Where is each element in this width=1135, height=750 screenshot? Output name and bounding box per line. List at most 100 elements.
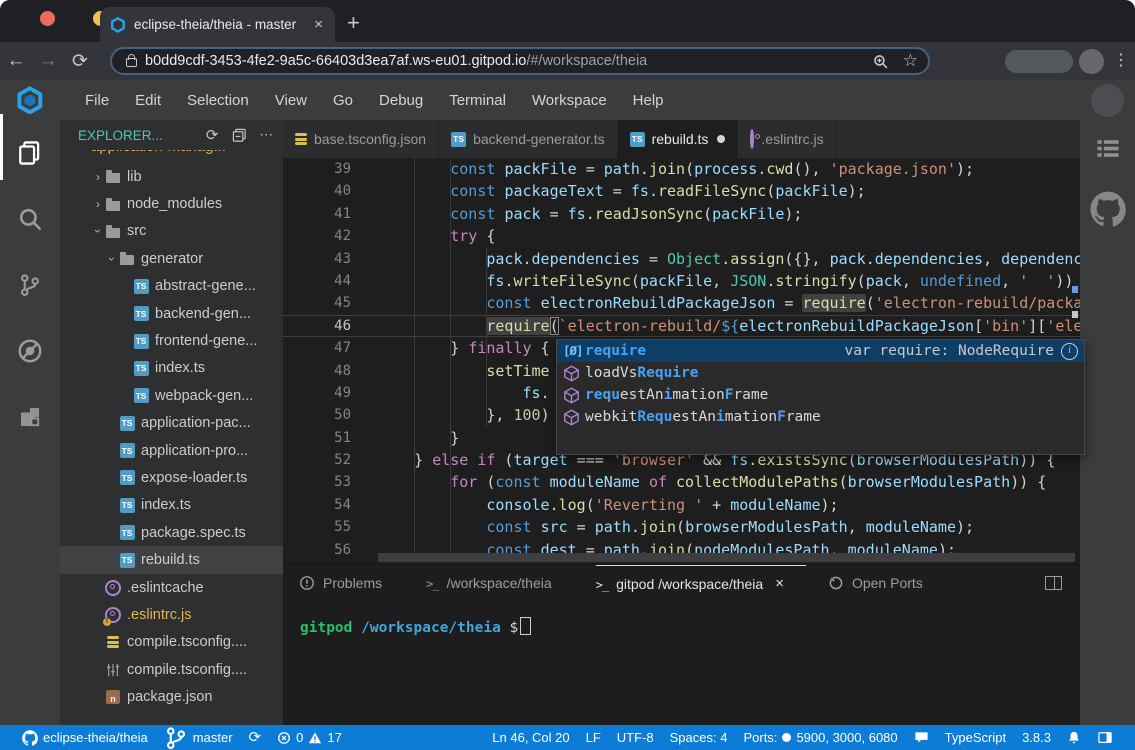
status-branch[interactable]: master — [156, 725, 241, 750]
tree-item-node-modules[interactable]: ›node_modules — [60, 190, 283, 217]
suggest-item[interactable]: webkitRequestAnimationFrame — [557, 406, 1084, 428]
tree-item-frontend-gene...[interactable]: TSfrontend-gene... — [60, 327, 283, 354]
editor-tab-.eslintrc.js[interactable]: .eslintrc.js — [738, 120, 836, 158]
menu-item-edit[interactable]: Edit — [122, 92, 174, 109]
close-panel-tab-icon[interactable]: × — [775, 575, 784, 592]
tree-item-compile.tsconfig....[interactable]: compile.tsconfig.... — [60, 656, 283, 683]
tree-item-index.ts[interactable]: TSindex.ts — [60, 355, 283, 382]
menu-item-go[interactable]: Go — [320, 92, 366, 109]
menu-item-selection[interactable]: Selection — [174, 92, 262, 109]
split-panel-icon[interactable] — [1045, 576, 1062, 590]
tree-item-rebuild.ts[interactable]: TSrebuild.ts — [60, 546, 283, 573]
code-line-46[interactable]: 46 require(`electron-rebuild/${electronR… — [283, 315, 1080, 337]
suggest-item[interactable]: loadVsRequire — [557, 362, 1084, 384]
source-control-icon[interactable] — [0, 252, 60, 318]
status-ports[interactable]: Ports:5900, 3000, 6080 — [735, 730, 905, 745]
status-notifications[interactable] — [1059, 730, 1089, 745]
menu-item-help[interactable]: Help — [620, 92, 677, 109]
menu-item-debug[interactable]: Debug — [366, 92, 436, 109]
tree-item-backend-gen...[interactable]: TSbackend-gen... — [60, 300, 283, 327]
tree-item-clipped[interactable]: application-manag... — [60, 150, 283, 163]
debug-icon[interactable] — [0, 318, 60, 384]
gitpod-logo-icon[interactable] — [16, 86, 44, 114]
chevron-right-icon[interactable]: › — [91, 170, 105, 184]
chevron-right-icon[interactable]: › — [91, 197, 105, 211]
code-line-41[interactable]: 41 const pack = fs.readJsonSync(packFile… — [283, 203, 1080, 225]
suggest-item[interactable]: [Ø]requirevar require: NodeRequirei — [557, 340, 1084, 362]
tree-item-webpack-gen...[interactable]: TSwebpack-gen... — [60, 382, 283, 409]
close-window-button[interactable] — [40, 11, 55, 26]
editor-tab-rebuild.ts[interactable]: TSrebuild.ts — [618, 120, 739, 158]
status-ts-version[interactable]: 3.8.3 — [1014, 730, 1059, 745]
code-line-39[interactable]: 39 const packFile = path.join(process.cw… — [283, 158, 1080, 180]
back-button[interactable]: ← — [0, 50, 32, 72]
tree-item-application-pac...[interactable]: TSapplication-pac... — [60, 410, 283, 437]
status-cursor-position[interactable]: Ln 46, Col 20 — [484, 730, 577, 745]
bookmark-star-icon[interactable]: ☆ — [903, 51, 918, 71]
tree-item-package.json[interactable]: npackage.json — [60, 683, 283, 710]
avatar-placeholder[interactable] — [1091, 84, 1124, 117]
tree-item-src[interactable]: ›src — [60, 218, 283, 245]
code-line-55[interactable]: 55 const src = path.join(browserModulesP… — [283, 516, 1080, 538]
menu-item-view[interactable]: View — [262, 92, 320, 109]
status-language[interactable]: TypeScript — [937, 730, 1014, 745]
collapse-all-icon[interactable] — [232, 128, 247, 143]
code-line-54[interactable]: 54 console.log('Reverting ' + moduleName… — [283, 494, 1080, 516]
code-line-40[interactable]: 40 const packageText = fs.readFileSync(p… — [283, 180, 1080, 202]
menu-item-terminal[interactable]: Terminal — [436, 92, 519, 109]
editor-tab-backend-generator.ts[interactable]: TSbackend-generator.ts — [439, 120, 618, 158]
code-line-53[interactable]: 53 for (const moduleName of collectModul… — [283, 471, 1080, 493]
info-icon[interactable]: i — [1061, 343, 1078, 360]
tree-item-compile.tsconfig....[interactable]: compile.tsconfig.... — [60, 629, 283, 656]
chevron-down-icon[interactable]: › — [105, 252, 119, 266]
status-repo[interactable]: eclipse-theia/theia — [14, 725, 156, 750]
refresh-icon[interactable]: ⟳ — [206, 126, 219, 144]
outline-list-icon[interactable] — [1080, 137, 1135, 163]
tree-item-.eslintcache[interactable]: .eslintcache — [60, 574, 283, 601]
files-icon[interactable] — [0, 120, 60, 186]
more-actions-icon[interactable]: ⋯ — [260, 127, 274, 143]
panel-tab-gitpod-workspace-theia[interactable]: >_gitpod /workspace/theia× — [596, 565, 806, 601]
status-feedback[interactable] — [906, 730, 937, 745]
tree-item-generator[interactable]: ›generator — [60, 245, 283, 272]
status-eol[interactable]: LF — [578, 730, 609, 745]
horizontal-scrollbar[interactable] — [378, 553, 1075, 562]
suggest-item[interactable]: requestAnimationFrame — [557, 384, 1084, 406]
panel-tab-Open-Ports[interactable]: Open Ports — [828, 565, 945, 601]
extensions-icon[interactable] — [0, 384, 60, 450]
tree-item-.eslintrc.js[interactable]: !.eslintrc.js — [60, 601, 283, 628]
tree-item-abstract-gene...[interactable]: TSabstract-gene... — [60, 273, 283, 300]
editor-tab-base.tsconfig.json[interactable]: base.tsconfig.json — [283, 120, 439, 158]
tree-item-index.ts[interactable]: TSindex.ts — [60, 492, 283, 519]
close-tab-icon[interactable]: × — [312, 16, 325, 33]
search-icon[interactable] — [0, 186, 60, 252]
status-sync[interactable]: ⟳ — [241, 725, 270, 750]
panel-tab--workspace-theia[interactable]: >_/workspace/theia — [426, 565, 574, 601]
address-bar[interactable]: b0dd9cdf-3453-4fe2-9a5c-66403d3ea7af.ws-… — [110, 47, 930, 75]
tree-item-expose-loader.ts[interactable]: TSexpose-loader.ts — [60, 464, 283, 491]
status-problems[interactable]: 017 — [269, 725, 350, 750]
new-tab-button[interactable]: + — [347, 10, 360, 36]
code-line-44[interactable]: 44 fs.writeFileSync(packFile, JSON.strin… — [283, 270, 1080, 292]
tree-item-package.spec.ts[interactable]: TSpackage.spec.ts — [60, 519, 283, 546]
code-line-42[interactable]: 42 try { — [283, 225, 1080, 247]
chevron-down-icon[interactable]: › — [91, 224, 105, 238]
tree-item-application-pro...[interactable]: TSapplication-pro... — [60, 437, 283, 464]
code-line-43[interactable]: 43 pack.dependencies = Object.assign({},… — [283, 248, 1080, 270]
browser-menu-icon[interactable]: ⋮ — [1113, 50, 1129, 70]
github-icon[interactable] — [1080, 191, 1135, 227]
tree-item-lib[interactable]: ›lib — [60, 163, 283, 190]
panel-tab-Problems[interactable]: Problems — [299, 565, 404, 601]
code-line-45[interactable]: 45 const electronRebuildPackageJson = re… — [283, 292, 1080, 314]
zoom-page-icon[interactable] — [872, 53, 889, 70]
forward-button[interactable]: → — [32, 50, 64, 72]
menu-item-workspace[interactable]: Workspace — [519, 92, 620, 109]
browser-profile-avatar[interactable] — [1079, 49, 1104, 74]
browser-tab[interactable]: eclipse-theia/theia - master × — [100, 7, 335, 42]
terminal-view[interactable]: gitpod /workspace/theia $ — [283, 601, 1080, 636]
reload-button[interactable]: ⟳ — [64, 50, 96, 73]
status-indentation[interactable]: Spaces: 4 — [662, 730, 736, 745]
status-panel-toggle[interactable] — [1089, 730, 1121, 745]
status-encoding[interactable]: UTF-8 — [609, 730, 662, 745]
menu-item-file[interactable]: File — [72, 92, 122, 109]
